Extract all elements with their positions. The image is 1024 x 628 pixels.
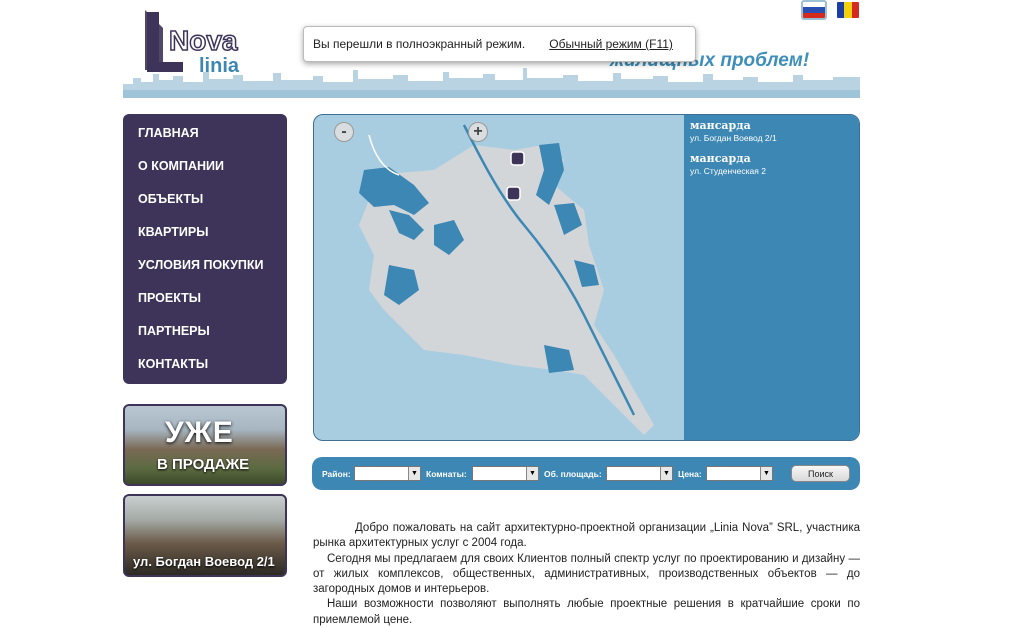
object-banner[interactable]: ул. Богдан Воевод 2/1: [123, 494, 287, 577]
svg-text:Nova: Nova: [169, 25, 238, 56]
fullscreen-notice-text: Вы перешли в полноэкранный режим.: [313, 37, 526, 51]
zoom-out-button[interactable]: -: [334, 122, 354, 142]
language-switcher: [801, 0, 861, 20]
area-select[interactable]: ▼: [606, 466, 673, 481]
rooms-label: Комнаты:: [426, 469, 467, 479]
paragraph: Добро пожаловать на сайт архитектурно-пр…: [313, 522, 860, 550]
map-marker-icon[interactable]: [506, 186, 521, 201]
menu-item-home[interactable]: ГЛАВНАЯ: [123, 114, 287, 147]
on-sale-banner[interactable]: УЖЕ В ПРОДАЖЕ: [123, 404, 287, 486]
district-label: Район:: [322, 469, 351, 479]
chevron-down-icon: ▼: [760, 467, 772, 480]
menu-item-purchase-terms[interactable]: УСЛОВИЯ ПОКУПКИ: [123, 246, 287, 279]
welcome-text: Добро пожаловать на сайт архитектурно-пр…: [313, 521, 860, 628]
main-menu: ГЛАВНАЯ О КОМПАНИИ ОБЪЕКТЫ КВАРТИРЫ УСЛО…: [123, 114, 287, 384]
object-banner-address: ул. Богдан Воевод 2/1: [133, 554, 275, 569]
on-sale-line1: УЖЕ: [165, 416, 234, 449]
menu-item-projects[interactable]: ПРОЕКТЫ: [123, 279, 287, 312]
district-select[interactable]: ▼: [354, 466, 421, 481]
object-address: ул. Студенческая 2: [690, 166, 766, 176]
search-bar: Район: ▼ Комнаты: ▼ Об. площадь: ▼ Цена:…: [312, 457, 860, 490]
rooms-select[interactable]: ▼: [472, 466, 539, 481]
flag-ru-icon[interactable]: [801, 0, 827, 20]
chevron-down-icon: ▼: [660, 467, 672, 480]
on-sale-line2: В ПРОДАЖЕ: [157, 456, 250, 473]
menu-item-objects[interactable]: ОБЪЕКТЫ: [123, 180, 287, 213]
logo-mark-icon: Nova linia: [145, 10, 240, 77]
chevron-down-icon: ▼: [526, 467, 538, 480]
fullscreen-notice: Вы перешли в полноэкранный режим. Обычны…: [303, 26, 696, 62]
menu-item-about[interactable]: О КОМПАНИИ: [123, 147, 287, 180]
page-wrapper: Nova linia жилищных проблем! ГЛАВНАЯ О К…: [123, 0, 861, 628]
svg-text:linia: linia: [199, 55, 240, 77]
city-map[interactable]: [314, 115, 684, 441]
price-label: Цена:: [678, 469, 702, 479]
map-panel: - + мансарда ул. Богдан Воевод 2/1 манса…: [313, 114, 860, 441]
logo[interactable]: Nova linia: [143, 10, 263, 83]
area-label: Об. площадь:: [544, 469, 602, 479]
price-select[interactable]: ▼: [706, 466, 773, 481]
paragraph: Сегодня мы предлагаем для своих Клиентов…: [313, 552, 860, 596]
map-marker-icon[interactable]: [510, 151, 525, 166]
object-address: ул. Богдан Воевод 2/1: [690, 133, 777, 143]
object-title[interactable]: мансарда: [684, 119, 859, 132]
menu-item-apartments[interactable]: КВАРТИРЫ: [123, 213, 287, 246]
menu-item-contacts[interactable]: КОНТАКТЫ: [123, 345, 287, 378]
paragraph: Наши возможности позволяют выполнять люб…: [313, 598, 860, 626]
menu-item-partners[interactable]: ПАРТНЕРЫ: [123, 312, 287, 345]
flag-md-icon[interactable]: [835, 0, 861, 20]
objects-list: мансарда ул. Богдан Воевод 2/1 мансарда …: [684, 115, 859, 440]
object-title[interactable]: мансарда: [684, 152, 859, 165]
chevron-down-icon: ▼: [408, 467, 420, 480]
normal-mode-link[interactable]: Обычный режим (F11): [549, 37, 673, 51]
zoom-in-button[interactable]: +: [468, 122, 488, 142]
search-button[interactable]: Поиск: [791, 465, 850, 482]
